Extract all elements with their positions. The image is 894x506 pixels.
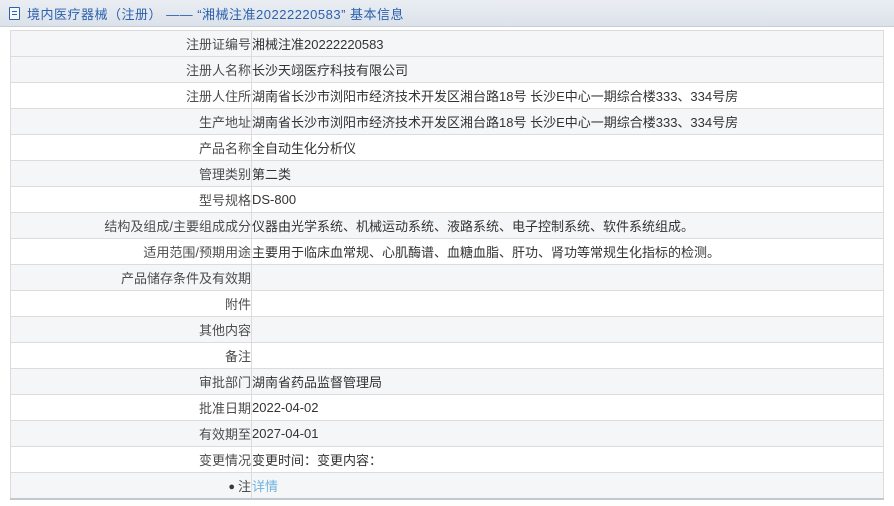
table-row: 其他内容 <box>10 316 884 343</box>
row-value: 长沙天翊医疗科技有限公司 <box>251 56 884 83</box>
row-label: 审批部门 <box>10 368 252 395</box>
row-value: 仪器由光学系统、机械运动系统、液路系统、电子控制系统、软件系统组成。 <box>251 212 884 239</box>
row-label: 生产地址 <box>10 108 252 135</box>
table-row: 批准日期 2022-04-02 <box>10 394 884 421</box>
row-value: 2027-04-01 <box>251 420 884 447</box>
table-row: 附件 <box>10 290 884 317</box>
table-row: 生产地址 湖南省长沙市浏阳市经济技术开发区湘台路18号 长沙E中心一期综合楼333… <box>10 108 884 135</box>
row-value: 湘械注准20222220583 <box>251 30 884 57</box>
table-row: 备注 <box>10 342 884 369</box>
page-title: 境内医疗器械（注册） —— “湘械注准20222220583” 基本信息 <box>27 6 405 22</box>
row-label: 结构及组成/主要组成成分 <box>10 212 252 239</box>
row-value: 湖南省药品监督管理局 <box>251 368 884 395</box>
row-label: 有效期至 <box>10 420 252 447</box>
table-row: 型号规格 DS-800 <box>10 186 884 213</box>
row-label: ● 注 <box>10 472 252 500</box>
note-icon: ● <box>228 481 235 493</box>
row-value <box>251 342 884 369</box>
row-value: 详情 <box>251 472 884 500</box>
row-value: 变更时间：变更内容： <box>251 446 884 473</box>
row-label: 变更情况 <box>10 446 252 473</box>
row-value <box>251 264 884 291</box>
registration-info-table: 注册证编号 湘械注准20222220583 注册人名称 长沙天翊医疗科技有限公司 注册人… <box>10 30 884 500</box>
row-value: 2022-04-02 <box>251 394 884 421</box>
row-label: 注册人住所 <box>10 82 252 109</box>
row-label: 注册人名称 <box>10 56 252 83</box>
row-label: 附件 <box>10 290 252 317</box>
table-row: ● 注详情 <box>10 472 884 500</box>
page-header: 境内医疗器械（注册） —— “湘械注准20222220583” 基本信息 <box>0 0 894 27</box>
table-row: 管理类别 第二类 <box>10 160 884 187</box>
row-value: 主要用于临床血常规、心肌酶谱、血糖血脂、肝功、肾功等常规生化指标的检测。 <box>251 238 884 265</box>
row-label: 型号规格 <box>10 186 252 213</box>
row-label: 其他内容 <box>10 316 252 343</box>
row-label: 产品名称 <box>10 134 252 161</box>
table-row: 有效期至 2027-04-01 <box>10 420 884 447</box>
table-row: 结构及组成/主要组成成分 仪器由光学系统、机械运动系统、液路系统、电子控制系统、软… <box>10 212 884 239</box>
table-body: 注册证编号 湘械注准20222220583 注册人名称 长沙天翊医疗科技有限公司 注册人… <box>10 30 884 500</box>
row-label: 批准日期 <box>10 394 252 421</box>
row-value: 湖南省长沙市浏阳市经济技术开发区湘台路18号 长沙E中心一期综合楼333、334… <box>251 108 884 135</box>
row-value <box>251 290 884 317</box>
row-label: 管理类别 <box>10 160 252 187</box>
row-value: 第二类 <box>251 160 884 187</box>
row-value <box>251 316 884 343</box>
details-link[interactable]: 详情 <box>253 479 279 494</box>
table-row: 产品名称 全自动生化分析仪 <box>10 134 884 161</box>
table-row: 适用范围/预期用途 主要用于临床血常规、心肌酶谱、血糖血脂、肝功、肾功等常规生化指… <box>10 238 884 265</box>
table-row: 产品储存条件及有效期 <box>10 264 884 291</box>
table-row: 审批部门 湖南省药品监督管理局 <box>10 368 884 395</box>
table-row: 变更情况 变更时间：变更内容： <box>10 446 884 473</box>
table-row: 注册人住所 湖南省长沙市浏阳市经济技术开发区湘台路18号 长沙E中心一期综合楼33… <box>10 82 884 109</box>
row-value: DS-800 <box>251 186 884 213</box>
table-row: 注册证编号 湘械注准20222220583 <box>10 30 884 57</box>
document-icon <box>9 6 20 20</box>
row-value: 全自动生化分析仪 <box>251 134 884 161</box>
row-label: 产品储存条件及有效期 <box>10 264 252 291</box>
row-label: 注册证编号 <box>10 30 252 57</box>
row-label: 备注 <box>10 342 252 369</box>
table-row: 注册人名称 长沙天翊医疗科技有限公司 <box>10 56 884 83</box>
row-value: 湖南省长沙市浏阳市经济技术开发区湘台路18号 长沙E中心一期综合楼333、334… <box>251 82 884 109</box>
row-label: 适用范围/预期用途 <box>10 238 252 265</box>
